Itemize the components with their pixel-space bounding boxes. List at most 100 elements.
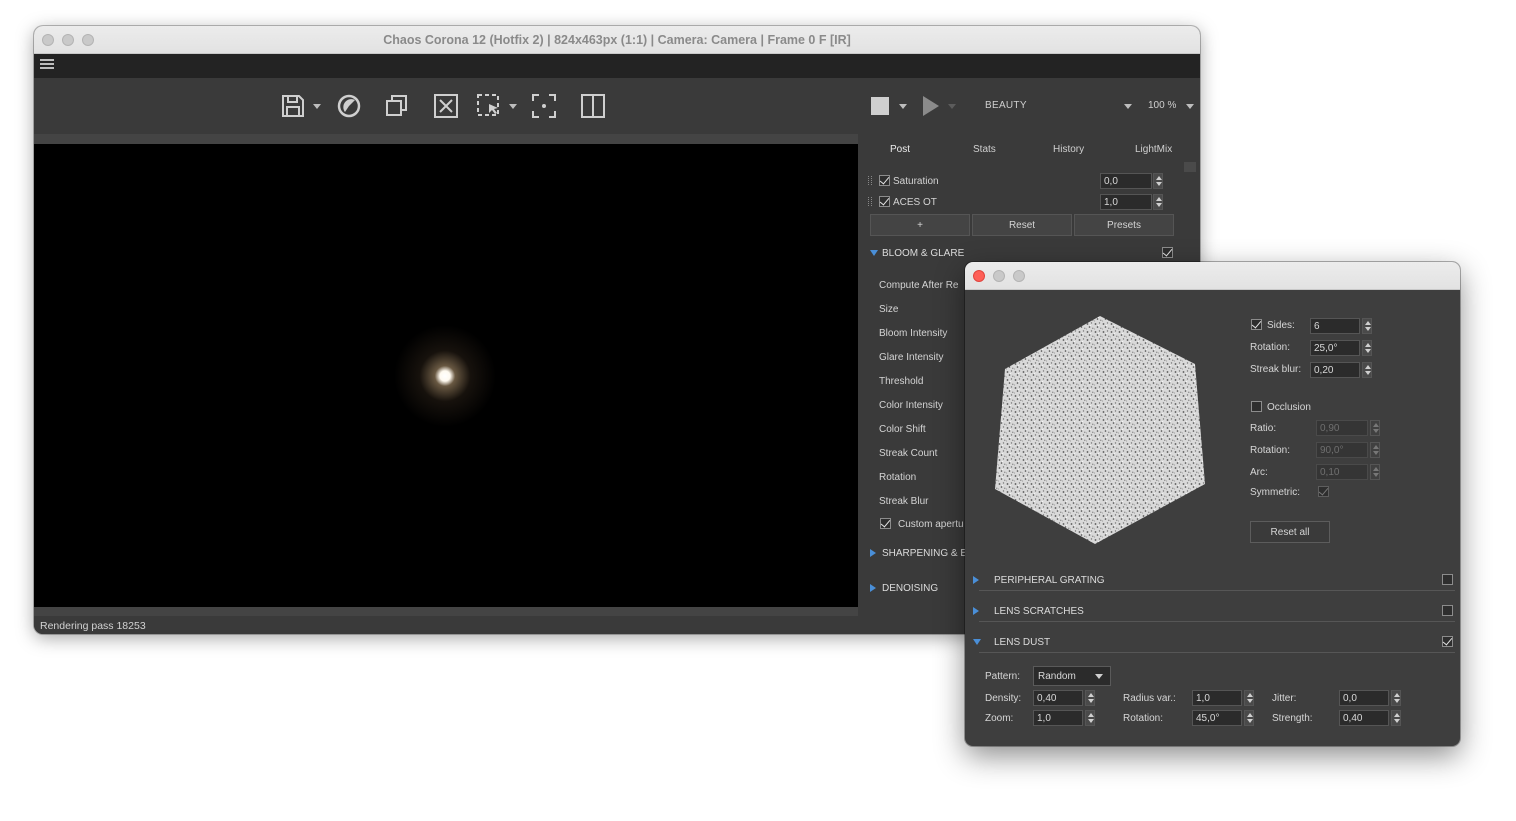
dust-rotation-stepper[interactable] xyxy=(1244,710,1254,726)
lens-dust-header[interactable]: LENS DUST xyxy=(994,637,1050,648)
play-icon[interactable] xyxy=(923,96,939,116)
clear-icon[interactable] xyxy=(433,93,459,119)
saturation-stepper[interactable] xyxy=(1153,173,1163,189)
dust-rotation-input[interactable]: 45,0° xyxy=(1192,710,1242,726)
corona-logo-icon[interactable] xyxy=(336,93,362,119)
sides-input[interactable]: 6 xyxy=(1310,318,1360,334)
divider xyxy=(979,652,1455,653)
aces-ot-stepper[interactable] xyxy=(1153,194,1163,210)
chevron-down-icon[interactable] xyxy=(1186,104,1194,109)
rotation-stepper[interactable] xyxy=(1362,340,1372,356)
ratio-label: Ratio: xyxy=(1250,423,1277,434)
occlusion-checkbox[interactable] xyxy=(1251,401,1262,412)
arc-input[interactable]: 0,10 xyxy=(1316,464,1368,480)
close-dialog-button[interactable] xyxy=(973,270,985,282)
presets-button[interactable]: Presets xyxy=(1074,214,1174,236)
window-title: Chaos Corona 12 (Hotfix 2) | 824x463px (… xyxy=(383,33,851,47)
minimize-dialog-button[interactable] xyxy=(993,270,1005,282)
saturation-input[interactable]: 0,0 xyxy=(1100,173,1152,189)
lens-dust-checkbox[interactable] xyxy=(1442,636,1453,647)
hamburger-menu-icon[interactable] xyxy=(40,59,54,71)
aperture-preview xyxy=(995,316,1205,544)
streak-blur-stepper[interactable] xyxy=(1362,362,1372,378)
bloom-glare-header[interactable]: BLOOM & GLARE xyxy=(882,248,964,259)
expand-arrow-icon[interactable] xyxy=(973,576,979,584)
aces-ot-label: ACES OT xyxy=(893,197,937,208)
chevron-down-icon[interactable] xyxy=(1124,104,1132,109)
occlusion-rotation-stepper[interactable] xyxy=(1370,442,1380,458)
expand-arrow-icon[interactable] xyxy=(870,250,878,256)
sides-stepper[interactable] xyxy=(1362,318,1372,334)
radius-var-input[interactable]: 1,0 xyxy=(1192,690,1242,706)
chevron-down-icon[interactable] xyxy=(899,104,907,109)
render-viewport[interactable] xyxy=(34,144,858,607)
streak-blur-input[interactable]: 0,20 xyxy=(1310,362,1360,378)
density-stepper[interactable] xyxy=(1085,690,1095,706)
occlusion-rotation-label: Rotation: xyxy=(1250,445,1291,456)
copy-icon[interactable] xyxy=(384,93,410,119)
ratio-input[interactable]: 0,90 xyxy=(1316,420,1368,436)
drag-handle-icon[interactable] xyxy=(868,197,872,206)
tab-history[interactable]: History xyxy=(1053,144,1084,155)
rotation-input[interactable]: 25,0° xyxy=(1310,340,1360,356)
lens-scratches-header[interactable]: LENS SCRATCHES xyxy=(994,606,1084,617)
reset-all-button[interactable]: Reset all xyxy=(1250,521,1330,543)
jitter-input[interactable]: 0,0 xyxy=(1339,690,1389,706)
denoising-header[interactable]: DENOISING xyxy=(882,583,938,594)
radius-var-stepper[interactable] xyxy=(1244,690,1254,706)
saturation-checkbox[interactable] xyxy=(879,175,890,186)
status-text: Rendering pass 18253 xyxy=(40,620,146,632)
chevron-down-icon[interactable] xyxy=(313,104,321,109)
stop-icon[interactable] xyxy=(871,97,889,115)
sides-label: Sides: xyxy=(1267,320,1295,331)
bloom-glare-enable-checkbox[interactable] xyxy=(1162,247,1173,258)
peripheral-grating-header[interactable]: PERIPHERAL GRATING xyxy=(994,575,1105,586)
expand-arrow-icon[interactable] xyxy=(870,584,876,592)
size-label: Size xyxy=(879,304,899,315)
add-operator-button[interactable]: + xyxy=(870,214,970,236)
ratio-stepper[interactable] xyxy=(1370,420,1380,436)
arc-label: Arc: xyxy=(1250,467,1268,478)
tab-lightmix[interactable]: LightMix xyxy=(1135,144,1172,155)
zoom-dialog-button[interactable] xyxy=(1013,270,1025,282)
tab-stats[interactable]: Stats xyxy=(973,144,996,155)
chevron-down-icon[interactable] xyxy=(509,104,517,109)
drag-handle-icon[interactable] xyxy=(868,176,872,185)
arc-stepper[interactable] xyxy=(1370,464,1380,480)
zoom-stepper[interactable] xyxy=(1085,710,1095,726)
zoom-input[interactable]: 1,0 xyxy=(1033,710,1083,726)
aces-ot-input[interactable]: 1,0 xyxy=(1100,194,1152,210)
divider xyxy=(979,621,1455,622)
zoom-select[interactable]: 100 % xyxy=(1148,100,1176,111)
strength-input[interactable]: 0,40 xyxy=(1339,710,1389,726)
expand-arrow-icon[interactable] xyxy=(973,607,979,615)
sides-checkbox[interactable] xyxy=(1251,319,1262,330)
occlusion-label: Occlusion xyxy=(1267,402,1311,413)
split-view-icon[interactable] xyxy=(580,93,606,119)
strength-stepper[interactable] xyxy=(1391,710,1401,726)
focus-icon[interactable] xyxy=(531,93,557,119)
reset-button[interactable]: Reset xyxy=(972,214,1072,236)
scrollbar[interactable] xyxy=(1184,162,1196,172)
save-icon[interactable] xyxy=(280,93,306,119)
lens-scratches-checkbox[interactable] xyxy=(1442,605,1453,616)
rotation-label: Rotation xyxy=(879,472,917,483)
render-channel-select[interactable]: BEAUTY xyxy=(985,100,1027,111)
region-select-icon[interactable] xyxy=(476,93,502,119)
viewport-top-margin xyxy=(34,134,858,144)
strength-label: Strength: xyxy=(1272,713,1313,724)
aces-ot-checkbox[interactable] xyxy=(879,196,890,207)
tab-post[interactable]: Post xyxy=(890,144,910,155)
sharpening-header[interactable]: SHARPENING & B xyxy=(882,548,967,559)
occlusion-rotation-input[interactable]: 90,0° xyxy=(1316,442,1368,458)
density-input[interactable]: 0,40 xyxy=(1033,690,1083,706)
expand-arrow-icon[interactable] xyxy=(870,549,876,557)
peripheral-grating-checkbox[interactable] xyxy=(1442,574,1453,585)
symmetric-checkbox[interactable] xyxy=(1318,486,1329,497)
chevron-down-icon[interactable] xyxy=(1095,674,1103,679)
jitter-stepper[interactable] xyxy=(1391,690,1401,706)
divider xyxy=(979,590,1455,591)
custom-aperture-checkbox[interactable] xyxy=(880,518,891,529)
streak-blur-label: Streak Blur xyxy=(879,496,929,507)
expand-arrow-icon[interactable] xyxy=(973,639,981,645)
